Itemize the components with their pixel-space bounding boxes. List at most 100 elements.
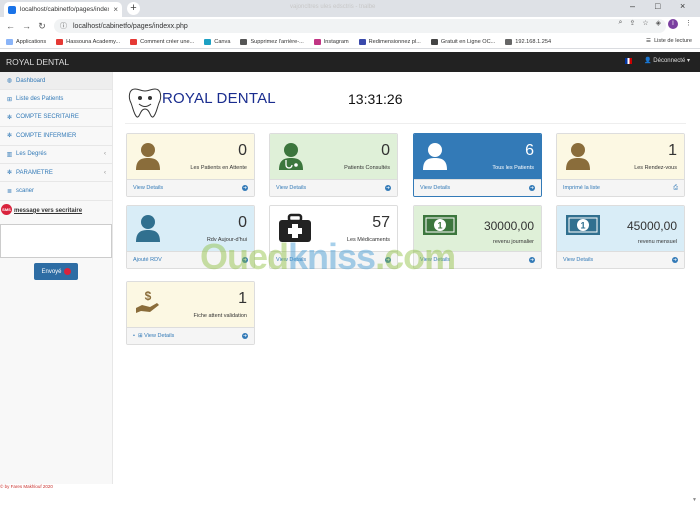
panel-footer-link[interactable]: • ⊞ View Details ➜: [127, 327, 254, 344]
page-title: ROYAL DENTAL: [162, 90, 276, 107]
panel-heading: 1 Les Rendez-vous: [557, 134, 684, 179]
bookmark-icon: [313, 38, 321, 45]
panel-value: 6: [525, 142, 534, 159]
browser-toolbar: ← → ↻ ⓘ localhost/cabinetfo/pages/indexx…: [0, 17, 700, 35]
bookmark-item[interactable]: Canva: [204, 38, 231, 45]
sidebar-item-label: Dashboard: [16, 77, 46, 84]
panel-value: 1: [238, 290, 247, 307]
navbar-brand[interactable]: ROYAL DENTAL: [0, 57, 69, 67]
sidebar-menu: ◍ Dashboard ⊞ Liste des Patients ✻ COMPTE SEC…: [0, 72, 112, 201]
footer-credit: © by Fares Makhlouf 2020: [0, 484, 53, 489]
sidebar-item-label: Liste des Patients: [16, 96, 64, 103]
bookmark-icon: [240, 38, 248, 45]
bookmark-item[interactable]: Hassouna Academy...: [56, 38, 120, 45]
star-icon[interactable]: ☆: [642, 19, 648, 29]
maximize-icon[interactable]: □: [655, 1, 660, 11]
panel-footer-link[interactable]: View Details ➜: [557, 251, 684, 268]
bookmark-item[interactable]: Gratuit en Ligne OC...: [430, 38, 495, 45]
sidebar-item-compte-secritaire[interactable]: ✻ COMPTE SECRITAIRE: [0, 109, 112, 128]
watermark-part3: .com: [375, 236, 456, 277]
gear-icon: ✻: [6, 133, 13, 140]
sidebar-item-compte-infermier[interactable]: ✻ COMPTE INFERMIER: [0, 127, 112, 146]
bookmark-label: 192.168.1.254: [515, 38, 552, 45]
panel-footer-label: View Details: [563, 257, 594, 263]
menu-dots-icon[interactable]: ⋮: [685, 19, 692, 29]
sidebar-item-parametre[interactable]: ✻ PARAMETRE ‹: [0, 164, 112, 183]
panel-footer-link[interactable]: View Details ➜: [127, 179, 254, 196]
bookmark-icon: [6, 38, 13, 45]
sidebar-item-label: Les Degrés: [16, 151, 47, 158]
back-arrow-icon[interactable]: ←: [6, 21, 15, 31]
reading-list-icon: ☰: [646, 38, 652, 44]
panel-heading: 0 Les Patients en Attente: [127, 134, 254, 179]
panel-heading: $1 Fiche attent validation: [127, 282, 254, 327]
info-icon[interactable]: ⓘ: [60, 21, 67, 31]
svg-text:$: $: [145, 289, 152, 303]
bookmark-item[interactable]: Comment créer une...: [130, 38, 194, 45]
scroll-down-icon[interactable]: ▼: [692, 497, 697, 503]
panel-heading: 1 45000,00 revenu mensuel: [557, 206, 684, 251]
panel-value: 45000,00: [626, 219, 677, 233]
panel-footer-link[interactable]: View Details ➜: [270, 179, 397, 196]
bookmark-item[interactable]: Instagram: [313, 38, 349, 45]
bookmark-item[interactable]: 192.168.1.254: [505, 38, 552, 45]
reload-icon[interactable]: ↻: [38, 21, 46, 32]
money-icon: 1: [565, 213, 601, 239]
profile-avatar[interactable]: I: [668, 19, 678, 29]
panel-value: 30000,00: [483, 219, 534, 233]
gear-icon: ✻: [6, 114, 13, 121]
toolbar-icons: ⌕ ⇪ ☆ ◈ I ⋮: [619, 19, 692, 29]
bookmark-icon: [204, 38, 212, 45]
print-icon[interactable]: ⎙: [673, 185, 678, 192]
send-button[interactable]: Envoyé: [34, 263, 78, 280]
arrow-circle-right-icon: ➜: [242, 185, 248, 191]
browser-tab[interactable]: localhost/cabinetfo/pages/indexx ×: [4, 2, 122, 17]
close-tab-icon[interactable]: ×: [113, 5, 118, 14]
forward-arrow-icon[interactable]: →: [22, 21, 31, 31]
bookmark-item[interactable]: Applications: [6, 38, 47, 45]
user-md-icon: [422, 141, 448, 173]
panel-footer-link[interactable]: Imprimé la liste ⎙: [557, 179, 684, 196]
bookmark-label: Supprimez l'arrière-...: [250, 38, 304, 45]
bookmark-icon: [430, 38, 438, 45]
new-tab-button[interactable]: +: [127, 2, 140, 15]
search-icon[interactable]: ⌕: [619, 19, 623, 29]
sidebar-item-dashboard[interactable]: ◍ Dashboard: [0, 72, 112, 91]
logout-menu[interactable]: 👤 Déconnecté ▾: [644, 57, 690, 64]
sidebar-item-liste-des-patients[interactable]: ⊞ Liste des Patients: [0, 90, 112, 109]
arrow-circle-right-icon: ➜: [529, 185, 535, 191]
bookmark-item[interactable]: Supprimez l'arrière-...: [240, 38, 304, 45]
address-bar[interactable]: ⓘ localhost/cabinetfo/pages/indexx.php: [54, 19, 666, 33]
panel-value: 0: [238, 142, 247, 159]
stat-panel: 6 Tous les Patients View Details ➜: [413, 133, 542, 197]
bookmark-label: Applications: [16, 38, 47, 45]
sidebar: ◍ Dashboard ⊞ Liste des Patients ✻ COMPTE SEC…: [0, 72, 113, 484]
close-window-icon[interactable]: ×: [680, 1, 685, 11]
reading-list[interactable]: ☰ Liste de lecture: [646, 38, 692, 44]
user-icon: [135, 141, 161, 173]
arrow-circle-right-icon: ➜: [672, 257, 678, 263]
sms-badge-icon: SMS: [1, 203, 12, 215]
address-url: localhost/cabinetfo/pages/indexx.php: [73, 22, 188, 30]
flag-icon[interactable]: [625, 57, 633, 64]
bookmark-icon: [505, 38, 513, 45]
panel-label: Fiche attent validation: [193, 313, 247, 319]
minimize-icon[interactable]: –: [630, 1, 635, 11]
panel-footer-link[interactable]: View Details ➜: [414, 179, 541, 196]
panel-footer-label: View Details: [133, 185, 164, 191]
bookmark-item[interactable]: Redimensionnez pl...: [358, 38, 421, 45]
stat-panel: 1 45000,00 revenu mensuel View Details ➜: [556, 205, 685, 269]
bookmark-label: Canva: [214, 38, 231, 45]
message-link[interactable]: SMS message vers secritaire: [0, 203, 112, 218]
sidebar-item-les-degr-s[interactable]: ▥ Les Degrés ‹: [0, 146, 112, 164]
sidebar-item-label: PARAMETRE: [16, 169, 53, 176]
extensions-icon[interactable]: ◈: [656, 19, 661, 29]
navbar-right: 👤 Déconnecté ▾: [625, 57, 690, 64]
browser-tab-title: localhost/cabinetfo/pages/indexx: [20, 6, 110, 13]
share-icon[interactable]: ⇪: [629, 19, 635, 29]
panel-label: revenu mensuel: [637, 239, 677, 245]
sidebar-item-scaner[interactable]: ≣ scaner: [0, 182, 112, 201]
user-md-icon: [278, 141, 304, 173]
panel-footer-label: Imprimé la liste: [563, 185, 600, 191]
message-textarea[interactable]: [0, 224, 112, 258]
